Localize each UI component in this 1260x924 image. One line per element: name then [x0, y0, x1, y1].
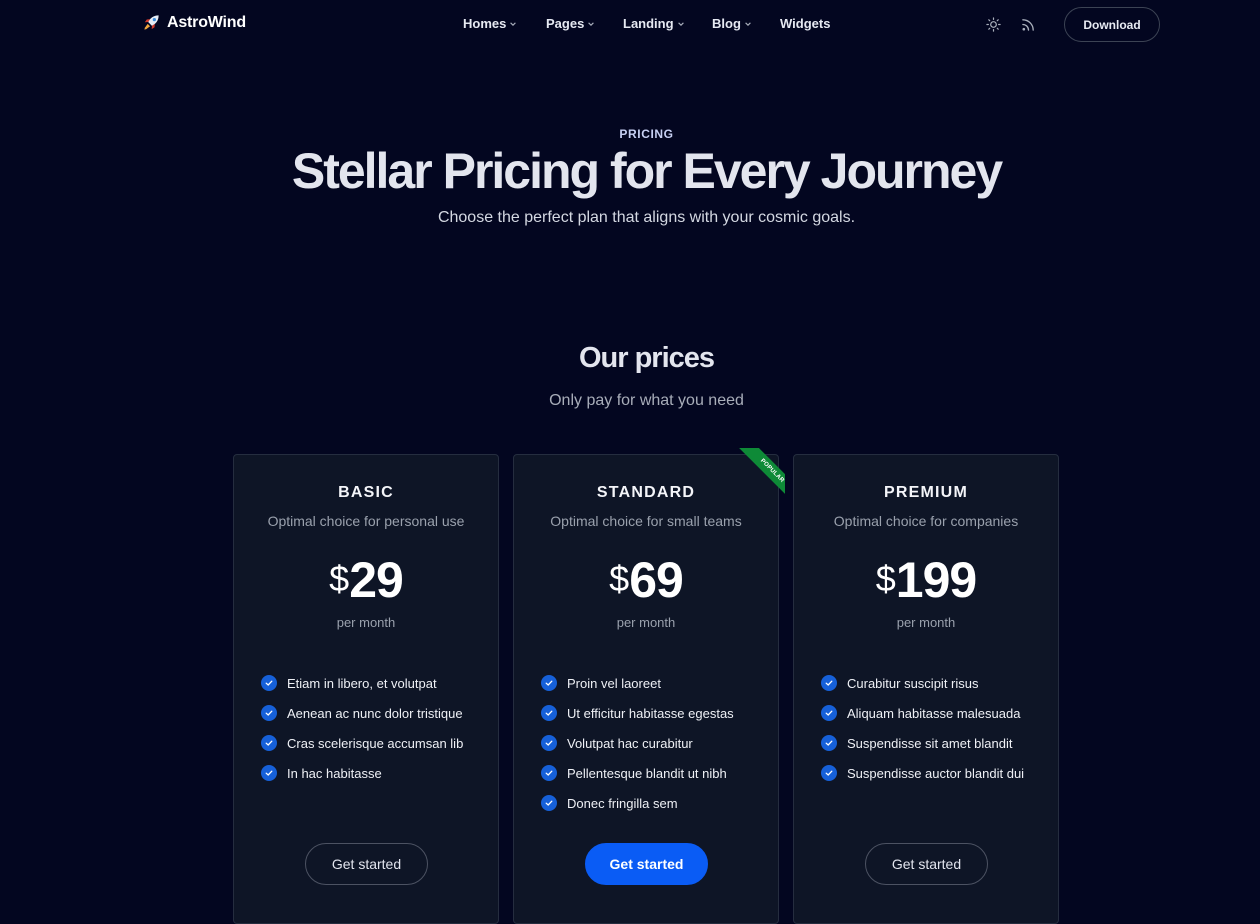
- plan-subtitle: Optimal choice for small teams: [550, 513, 742, 529]
- list-item: Aenean ac nunc dolor tristique: [261, 698, 463, 728]
- list-item: Cras scelerisque accumsan lib: [261, 728, 463, 758]
- feature-text: Aenean ac nunc dolor tristique: [287, 705, 463, 721]
- price-amount: 199: [895, 552, 977, 608]
- check-icon: [821, 705, 837, 721]
- download-button[interactable]: Download: [1064, 7, 1160, 42]
- list-item: Suspendisse auctor blandit dui: [821, 758, 1024, 788]
- chevron-down-icon: [677, 16, 685, 31]
- feature-list: Curabitur suscipit risus Aliquam habitas…: [821, 668, 1024, 788]
- price-period: per month: [896, 615, 956, 630]
- logo-text: AstroWind: [167, 13, 246, 31]
- rocket-icon: [142, 13, 161, 32]
- check-icon: [261, 705, 277, 721]
- price-amount: 29: [349, 552, 404, 608]
- nav-item-label: Pages: [546, 16, 585, 31]
- check-icon: [261, 735, 277, 751]
- nav-item-landing[interactable]: Landing: [623, 16, 712, 31]
- feature-text: Curabitur suscipit risus: [847, 675, 979, 691]
- get-started-button[interactable]: Get started: [865, 843, 988, 885]
- logo[interactable]: AstroWind: [142, 13, 246, 32]
- feature-text: Donec fringilla sem: [567, 795, 678, 811]
- chevron-down-icon: [587, 16, 595, 31]
- get-started-button[interactable]: Get started: [305, 843, 428, 885]
- check-icon: [261, 765, 277, 781]
- check-icon: [261, 675, 277, 691]
- header-tools: [985, 16, 1037, 33]
- check-icon: [541, 735, 557, 751]
- list-item: Ut efficitur habitasse egestas: [541, 698, 734, 728]
- check-icon: [541, 675, 557, 691]
- hero-subtitle: Choose the perfect plan that aligns with…: [437, 209, 856, 226]
- price-currency: $: [875, 558, 896, 599]
- page-title: Stellar Pricing for Every Journey: [291, 143, 1003, 199]
- plan-card-standard: POPULAR STANDARD Optimal choice for smal…: [513, 448, 785, 924]
- main-nav: Homes Pages Landing Blog Widgets: [463, 16, 830, 31]
- prices-subtitle: Only pay for what you need: [549, 392, 744, 409]
- check-icon: [541, 705, 557, 721]
- nav-item-label: Homes: [463, 16, 507, 31]
- price-period: per month: [336, 615, 396, 630]
- check-icon: [541, 765, 557, 781]
- plan-price: $199: [794, 555, 1058, 605]
- list-item: Donec fringilla sem: [541, 788, 734, 818]
- plan-subtitle: Optimal choice for personal use: [267, 513, 465, 529]
- get-started-button[interactable]: Get started: [585, 843, 708, 885]
- price-currency: $: [609, 558, 630, 599]
- nav-item-blog[interactable]: Blog: [712, 16, 780, 31]
- list-item: In hac habitasse: [261, 758, 463, 788]
- feature-text: Volutpat hac curabitur: [567, 735, 693, 751]
- list-item: Aliquam habitasse malesuada: [821, 698, 1024, 728]
- nav-item-homes[interactable]: Homes: [463, 16, 546, 31]
- feature-text: Suspendisse auctor blandit dui: [847, 765, 1025, 781]
- feature-list: Etiam in libero, et volutpat Aenean ac n…: [261, 668, 463, 788]
- plan-card-basic: BASIC Optimal choice for personal use $2…: [233, 454, 499, 924]
- rss-icon[interactable]: [1020, 16, 1037, 33]
- plan-price: $69: [514, 555, 778, 605]
- list-item: Pellentesque blandit ut nibh: [541, 758, 734, 788]
- plan-card-premium: PREMIUM Optimal choice for companies $19…: [793, 454, 1059, 924]
- list-item: Curabitur suscipit risus: [821, 668, 1024, 698]
- plan-price: $29: [234, 555, 498, 605]
- nav-item-label: Blog: [712, 16, 741, 31]
- feature-text: In hac habitasse: [287, 765, 382, 781]
- plan-name: STANDARD: [596, 484, 696, 501]
- feature-list: Proin vel laoreet Ut efficitur habitasse…: [541, 668, 734, 818]
- feature-text: Proin vel laoreet: [567, 675, 661, 691]
- feature-text: Pellentesque blandit ut nibh: [567, 765, 727, 781]
- feature-text: Ut efficitur habitasse egestas: [567, 705, 734, 721]
- feature-text: Suspendisse sit amet blandit: [847, 735, 1013, 751]
- nav-item-label: Landing: [623, 16, 674, 31]
- feature-text: Aliquam habitasse malesuada: [847, 705, 1021, 721]
- plan-subtitle: Optimal choice for companies: [833, 513, 1019, 529]
- nav-item-label: Widgets: [780, 16, 831, 31]
- site-header: AstroWind Homes Pages Landing Blog Widge…: [0, 0, 1260, 50]
- list-item: Suspendisse sit amet blandit: [821, 728, 1024, 758]
- prices-title: Our prices: [578, 342, 715, 374]
- plan-name: PREMIUM: [884, 484, 968, 501]
- check-icon: [821, 735, 837, 751]
- nav-item-pages[interactable]: Pages: [546, 16, 623, 31]
- plan-name: BASIC: [338, 484, 394, 501]
- hero-tagline: PRICING: [619, 127, 674, 141]
- check-icon: [541, 795, 557, 811]
- check-icon: [821, 765, 837, 781]
- price-amount: 69: [629, 552, 684, 608]
- feature-text: Etiam in libero, et volutpat: [287, 675, 437, 691]
- price-currency: $: [329, 558, 350, 599]
- check-icon: [821, 675, 837, 691]
- chevron-down-icon: [744, 16, 752, 31]
- feature-text: Cras scelerisque accumsan lib: [287, 735, 464, 751]
- nav-item-widgets[interactable]: Widgets: [780, 16, 830, 31]
- list-item: Etiam in libero, et volutpat: [261, 668, 463, 698]
- chevron-down-icon: [509, 16, 517, 31]
- sun-icon[interactable]: [985, 16, 1002, 33]
- list-item: Volutpat hac curabitur: [541, 728, 734, 758]
- list-item: Proin vel laoreet: [541, 668, 734, 698]
- price-period: per month: [616, 615, 676, 630]
